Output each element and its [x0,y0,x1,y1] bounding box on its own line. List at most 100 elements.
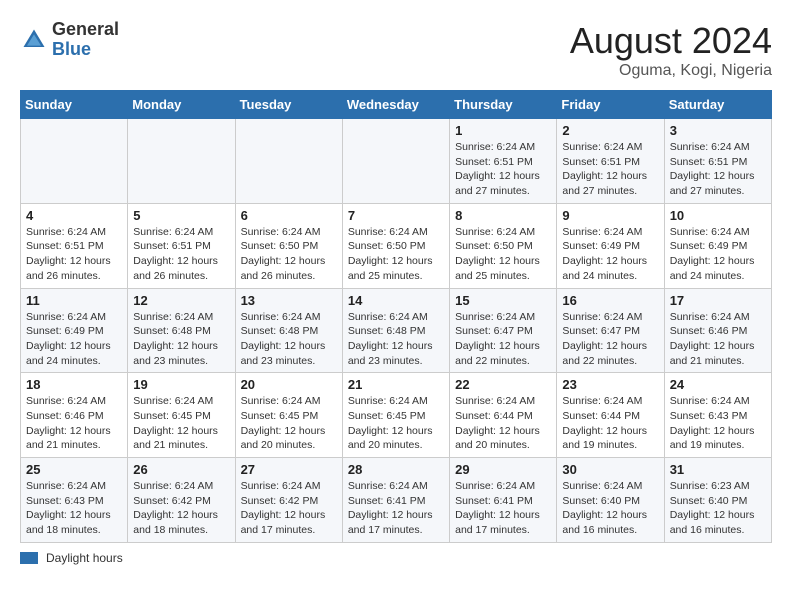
day-info: Sunrise: 6:24 AM Sunset: 6:50 PM Dayligh… [348,225,444,284]
calendar-cell: 3 Sunrise: 6:24 AM Sunset: 6:51 PM Daylig… [664,119,771,204]
day-number: 7 [348,208,444,223]
calendar-cell: 10Sunrise: 6:24 AM Sunset: 6:49 PM Dayli… [664,203,771,288]
day-number: 12 [133,293,229,308]
day-info: Sunrise: 6:23 AM Sunset: 6:40 PM Dayligh… [670,479,766,538]
day-number: 22 [455,377,551,392]
day-info: Sunrise: 6:24 AM Sunset: 6:49 PM Dayligh… [26,310,122,369]
calendar-cell: 29 Sunrise: 6:24 AM Sunset: 6:41 PM Dayli… [450,458,557,543]
day-info: Sunrise: 6:24 AM Sunset: 6:45 PM Dayligh… [133,394,229,453]
day-info: Sunrise: 6:24 AM Sunset: 6:46 PM Dayligh… [670,310,766,369]
calendar-cell: 8 Sunrise: 6:24 AM Sunset: 6:50 PM Daylig… [450,203,557,288]
calendar-cell [235,119,342,204]
calendar-header-row: SundayMondayTuesdayWednesdayThursdayFrid… [21,91,772,119]
calendar-cell: 28Sunrise: 6:24 AM Sunset: 6:41 PM Dayli… [342,458,449,543]
calendar-cell: 5 Sunrise: 6:24 AM Sunset: 6:51 PM Daylig… [128,203,235,288]
day-info: Sunrise: 6:24 AM Sunset: 6:44 PM Dayligh… [562,394,658,453]
day-info: Sunrise: 6:24 AM Sunset: 6:44 PM Dayligh… [455,394,551,453]
day-info: Sunrise: 6:24 AM Sunset: 6:50 PM Dayligh… [455,225,551,284]
day-number: 23 [562,377,658,392]
day-info: Sunrise: 6:24 AM Sunset: 6:48 PM Dayligh… [133,310,229,369]
day-info: Sunrise: 6:24 AM Sunset: 6:47 PM Dayligh… [562,310,658,369]
calendar-cell: 25 Sunrise: 6:24 AM Sunset: 6:43 PM Dayli… [21,458,128,543]
day-info: Sunrise: 6:24 AM Sunset: 6:48 PM Dayligh… [348,310,444,369]
logo-general-text: General [52,19,119,39]
calendar-cell: 17 Sunrise: 6:24 AM Sunset: 6:46 PM Dayli… [664,288,771,373]
location-title: Oguma, Kogi, Nigeria [570,62,772,80]
calendar-week-row: 11 Sunrise: 6:24 AM Sunset: 6:49 PM Dayli… [21,288,772,373]
day-number: 1 [455,123,551,138]
day-number: 17 [670,293,766,308]
day-info: Sunrise: 6:24 AM Sunset: 6:42 PM Dayligh… [241,479,337,538]
day-number: 6 [241,208,337,223]
calendar-cell: 15 Sunrise: 6:24 AM Sunset: 6:47 PM Dayli… [450,288,557,373]
day-number: 5 [133,208,229,223]
day-info: Sunrise: 6:24 AM Sunset: 6:47 PM Dayligh… [455,310,551,369]
calendar-cell: 2 Sunrise: 6:24 AM Sunset: 6:51 PM Daylig… [557,119,664,204]
calendar-cell: 7 Sunrise: 6:24 AM Sunset: 6:50 PM Daylig… [342,203,449,288]
day-number: 3 [670,123,766,138]
day-of-week-header: Tuesday [235,91,342,119]
day-number: 2 [562,123,658,138]
logo-text: General Blue [52,20,119,60]
calendar-cell [21,119,128,204]
day-info: Sunrise: 6:24 AM Sunset: 6:41 PM Dayligh… [455,479,551,538]
calendar-cell: 18Sunrise: 6:24 AM Sunset: 6:46 PM Dayli… [21,373,128,458]
day-info: Sunrise: 6:24 AM Sunset: 6:43 PM Dayligh… [26,479,122,538]
calendar-cell: 13Sunrise: 6:24 AM Sunset: 6:48 PM Dayli… [235,288,342,373]
day-of-week-header: Sunday [21,91,128,119]
day-number: 26 [133,462,229,477]
calendar-cell: 20 Sunrise: 6:24 AM Sunset: 6:45 PM Dayli… [235,373,342,458]
calendar-cell: 26 Sunrise: 6:24 AM Sunset: 6:42 PM Dayli… [128,458,235,543]
calendar-cell: 24 Sunrise: 6:24 AM Sunset: 6:43 PM Dayli… [664,373,771,458]
day-number: 29 [455,462,551,477]
day-info: Sunrise: 6:24 AM Sunset: 6:40 PM Dayligh… [562,479,658,538]
day-number: 10 [670,208,766,223]
calendar-cell: 21Sunrise: 6:24 AM Sunset: 6:45 PM Dayli… [342,373,449,458]
daylight-legend-label: Daylight hours [46,551,123,565]
title-block: August 2024 Oguma, Kogi, Nigeria [570,20,772,80]
month-year-title: August 2024 [570,20,772,62]
logo-blue-text: Blue [52,39,91,59]
calendar-cell: 11 Sunrise: 6:24 AM Sunset: 6:49 PM Dayli… [21,288,128,373]
logo-icon [20,26,48,54]
day-number: 20 [241,377,337,392]
day-info: Sunrise: 6:24 AM Sunset: 6:49 PM Dayligh… [562,225,658,284]
day-of-week-header: Saturday [664,91,771,119]
day-info: Sunrise: 6:24 AM Sunset: 6:51 PM Dayligh… [455,140,551,199]
day-number: 25 [26,462,122,477]
day-info: Sunrise: 6:24 AM Sunset: 6:45 PM Dayligh… [241,394,337,453]
day-info: Sunrise: 6:24 AM Sunset: 6:50 PM Dayligh… [241,225,337,284]
day-info: Sunrise: 6:24 AM Sunset: 6:42 PM Dayligh… [133,479,229,538]
day-number: 8 [455,208,551,223]
daylight-legend-color [20,552,38,564]
day-info: Sunrise: 6:24 AM Sunset: 6:46 PM Dayligh… [26,394,122,453]
day-number: 4 [26,208,122,223]
day-number: 14 [348,293,444,308]
day-of-week-header: Monday [128,91,235,119]
calendar-cell: 9Sunrise: 6:24 AM Sunset: 6:49 PM Daylig… [557,203,664,288]
day-number: 15 [455,293,551,308]
day-info: Sunrise: 6:24 AM Sunset: 6:48 PM Dayligh… [241,310,337,369]
day-number: 27 [241,462,337,477]
calendar-cell: 31Sunrise: 6:23 AM Sunset: 6:40 PM Dayli… [664,458,771,543]
day-of-week-header: Wednesday [342,91,449,119]
day-info: Sunrise: 6:24 AM Sunset: 6:51 PM Dayligh… [562,140,658,199]
calendar-cell: 14 Sunrise: 6:24 AM Sunset: 6:48 PM Dayli… [342,288,449,373]
calendar-cell: 30Sunrise: 6:24 AM Sunset: 6:40 PM Dayli… [557,458,664,543]
calendar-week-row: 1 Sunrise: 6:24 AM Sunset: 6:51 PM Daylig… [21,119,772,204]
day-number: 19 [133,377,229,392]
calendar-cell: 1 Sunrise: 6:24 AM Sunset: 6:51 PM Daylig… [450,119,557,204]
calendar-cell: 4Sunrise: 6:24 AM Sunset: 6:51 PM Daylig… [21,203,128,288]
calendar-week-row: 25 Sunrise: 6:24 AM Sunset: 6:43 PM Dayli… [21,458,772,543]
calendar-cell: 12 Sunrise: 6:24 AM Sunset: 6:48 PM Dayli… [128,288,235,373]
day-of-week-header: Friday [557,91,664,119]
day-number: 11 [26,293,122,308]
day-info: Sunrise: 6:24 AM Sunset: 6:43 PM Dayligh… [670,394,766,453]
legend: Daylight hours [20,551,772,565]
day-info: Sunrise: 6:24 AM Sunset: 6:51 PM Dayligh… [133,225,229,284]
day-info: Sunrise: 6:24 AM Sunset: 6:41 PM Dayligh… [348,479,444,538]
day-number: 24 [670,377,766,392]
calendar-cell: 22 Sunrise: 6:24 AM Sunset: 6:44 PM Dayli… [450,373,557,458]
calendar-cell: 23 Sunrise: 6:24 AM Sunset: 6:44 PM Dayli… [557,373,664,458]
day-info: Sunrise: 6:24 AM Sunset: 6:51 PM Dayligh… [670,140,766,199]
